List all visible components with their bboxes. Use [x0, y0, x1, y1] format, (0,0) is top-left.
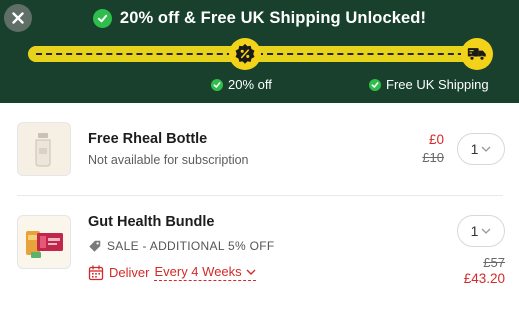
- chevron-down-icon: [246, 269, 256, 275]
- item-divider: [17, 195, 503, 196]
- quantity-select[interactable]: 1: [457, 215, 505, 247]
- rewards-banner: 20% off & Free UK Shipping Unlocked! 20%…: [0, 0, 519, 103]
- milestone-discount: [229, 38, 261, 70]
- original-price: £10: [422, 150, 444, 165]
- product-image-bottle[interactable]: [17, 122, 71, 176]
- item-name[interactable]: Free Rheal Bottle: [88, 131, 207, 147]
- delivery-frequency: Deliver Every 4 Weeks: [88, 264, 256, 281]
- item-name[interactable]: Gut Health Bundle: [88, 214, 214, 230]
- subscription-note: Not available for subscription: [88, 153, 249, 167]
- quantity-value: 1: [470, 223, 479, 239]
- milestone-label-discount: 20% off: [211, 77, 272, 92]
- quantity-select[interactable]: 1: [457, 133, 505, 165]
- sale-price: £43.20: [463, 271, 505, 286]
- original-price: £57: [483, 255, 505, 270]
- sale-badge: SALE - ADDITIONAL 5% OFF: [88, 239, 274, 253]
- milestone-text: Free UK Shipping: [386, 77, 489, 92]
- headline-text: 20% off & Free UK Shipping Unlocked!: [119, 8, 427, 27]
- milestone-shipping: [461, 38, 493, 70]
- milestone-label-shipping: Free UK Shipping: [369, 77, 489, 92]
- check-circle-icon: [369, 78, 381, 91]
- chevron-down-icon: [481, 146, 491, 152]
- delivery-truck-icon: [467, 48, 486, 61]
- frequency-dropdown[interactable]: Every 4 Weeks: [154, 264, 256, 281]
- tag-icon: [89, 240, 101, 252]
- quantity-value: 1: [470, 141, 479, 157]
- unlock-headline: 20% off & Free UK Shipping Unlocked!: [0, 6, 519, 30]
- percent-badge-icon: [235, 43, 255, 64]
- sale-price: £0: [428, 132, 444, 147]
- milestone-text: 20% off: [228, 77, 272, 92]
- check-circle-icon: [211, 78, 223, 91]
- frequency-value: Every 4 Weeks: [154, 264, 242, 279]
- check-circle-icon: [92, 8, 112, 28]
- deliver-label: Deliver: [109, 265, 150, 280]
- chevron-down-icon: [481, 228, 491, 234]
- calendar-icon: [88, 264, 104, 280]
- sale-text: SALE - ADDITIONAL 5% OFF: [107, 239, 275, 253]
- product-image-bundle[interactable]: [17, 215, 71, 269]
